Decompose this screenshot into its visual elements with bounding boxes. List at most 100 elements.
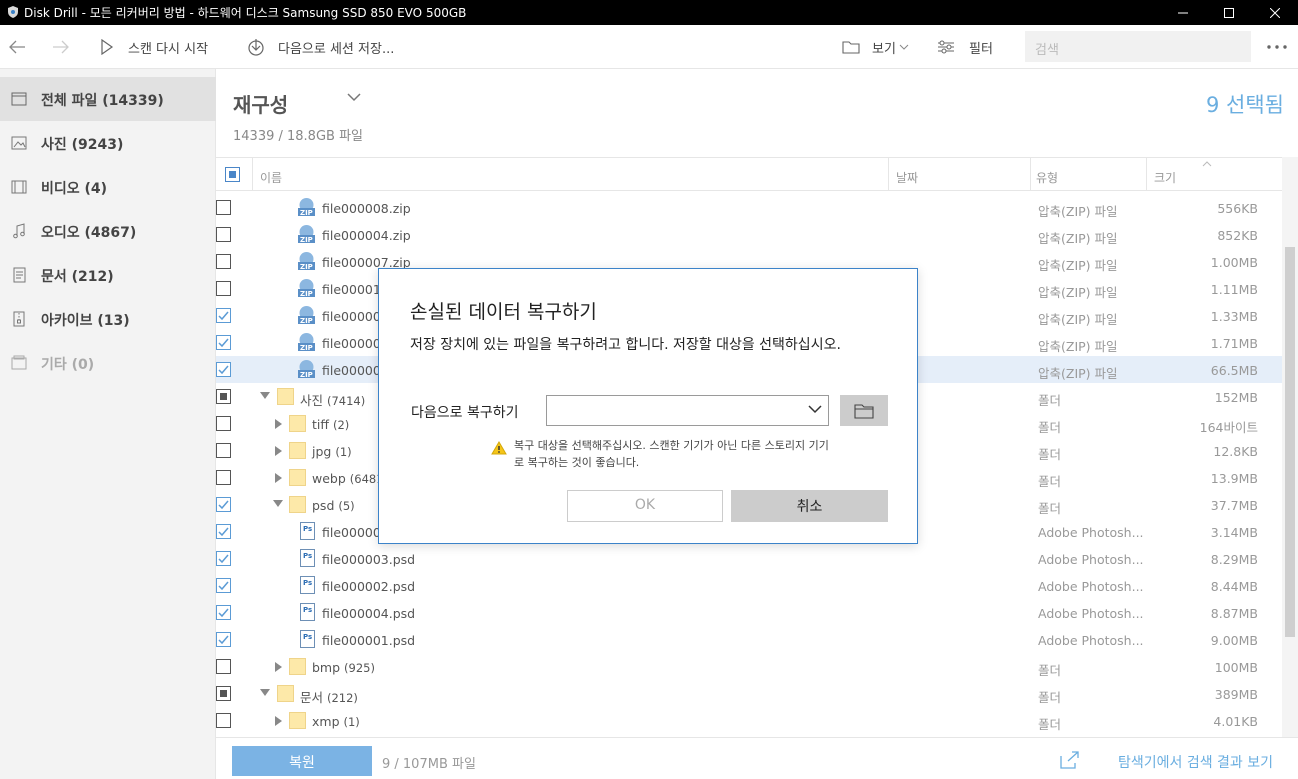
row-checkbox-checked[interactable] <box>216 632 231 647</box>
expand-toggle-icon[interactable] <box>275 662 282 672</box>
file-size: 8.44MB <box>1210 579 1258 594</box>
search-input[interactable]: 검색 <box>1025 31 1251 62</box>
sidebar-item-video[interactable]: 비디오 (4) <box>0 165 216 209</box>
column-size[interactable]: 크기 <box>1154 169 1176 186</box>
minimize-button[interactable] <box>1160 0 1206 25</box>
expand-toggle-icon[interactable] <box>275 716 282 726</box>
cancel-button[interactable]: 취소 <box>731 490 888 522</box>
file-name: file00000 <box>322 363 381 378</box>
back-button[interactable] <box>8 25 26 69</box>
table-row[interactable]: Ps file000002.psd Adobe Photosh... 8.44M… <box>216 572 1282 599</box>
table-row[interactable]: ZIP file000004.zip 압축(ZIP) 파일 852KB <box>216 221 1282 248</box>
file-size: 556KB <box>1217 201 1258 216</box>
folder-icon <box>289 442 306 459</box>
row-checkbox[interactable] <box>216 443 231 458</box>
row-checkbox[interactable] <box>216 659 231 674</box>
sidebar-item-archives[interactable]: 아카이브 (13) <box>0 297 216 341</box>
psd-file-icon: Ps <box>300 630 315 648</box>
archive-icon <box>13 311 25 327</box>
select-all-checkbox[interactable] <box>225 167 240 182</box>
restore-button[interactable]: 복원 <box>232 746 372 776</box>
row-checkbox[interactable] <box>216 200 231 215</box>
row-checkbox-checked[interactable] <box>216 605 231 620</box>
column-header: 이름 날짜 유형 크기 <box>216 157 1282 191</box>
view-menu-button[interactable]: 보기 <box>842 25 909 69</box>
expand-toggle-icon[interactable] <box>275 419 282 429</box>
scrollbar-thumb[interactable] <box>1285 247 1295 637</box>
column-name[interactable]: 이름 <box>260 169 282 186</box>
file-name: file00000 <box>322 525 381 540</box>
row-checkbox-partial[interactable] <box>216 686 231 701</box>
show-in-explorer-link[interactable]: 탐색기에서 검색 결과 보기 <box>1118 752 1273 772</box>
table-row-folder[interactable]: xmp (1) 폴더 4.01KB <box>216 707 1282 734</box>
table-row[interactable]: ZIP file000008.zip 압축(ZIP) 파일 556KB <box>216 194 1282 221</box>
file-type: Adobe Photosh... <box>1038 606 1144 621</box>
table-row[interactable]: Ps file000003.psd Adobe Photosh... 8.29M… <box>216 545 1282 572</box>
folder-icon <box>289 415 306 432</box>
row-checkbox-checked[interactable] <box>216 335 231 350</box>
folder-label: tiff <box>312 417 329 432</box>
checkmark-icon <box>218 581 229 591</box>
filter-button[interactable]: 필터 <box>937 25 993 69</box>
sidebar-item-documents[interactable]: 문서 (212) <box>0 253 216 297</box>
row-checkbox[interactable] <box>216 416 231 431</box>
zip-file-icon: ZIP <box>298 252 315 271</box>
checkmark-icon <box>218 527 229 537</box>
row-checkbox-checked[interactable] <box>216 551 231 566</box>
file-size: 8.87MB <box>1210 606 1258 621</box>
expand-toggle-icon[interactable] <box>275 446 282 456</box>
column-divider <box>888 158 889 191</box>
vertical-scrollbar[interactable] <box>1282 157 1298 737</box>
sidebar-item-all-files[interactable]: 전체 파일 (14339) <box>0 77 216 121</box>
file-type: Adobe Photosh... <box>1038 552 1144 567</box>
chevron-down-icon[interactable] <box>347 93 361 102</box>
row-checkbox[interactable] <box>216 713 231 728</box>
row-checkbox[interactable] <box>216 227 231 242</box>
svg-text:ZIP: ZIP <box>300 344 313 352</box>
row-checkbox[interactable] <box>216 254 231 269</box>
folder-icon <box>277 685 294 702</box>
file-type: Adobe Photosh... <box>1038 525 1144 540</box>
row-checkbox-checked[interactable] <box>216 308 231 323</box>
recover-to-label: 다음으로 복구하기 <box>411 405 519 421</box>
scan-again-button[interactable]: 스캔 다시 시작 <box>100 25 208 69</box>
table-row[interactable]: Ps file000004.psd Adobe Photosh... 8.87M… <box>216 599 1282 626</box>
destination-select[interactable] <box>546 395 829 426</box>
column-divider <box>252 158 253 191</box>
expand-toggle-icon[interactable] <box>273 500 283 507</box>
maximize-button[interactable] <box>1206 0 1252 25</box>
sidebar-item-audio[interactable]: 오디오 (4867) <box>0 209 216 253</box>
toolbar: 스캔 다시 시작 다음으로 세션 저장... 보기 필터 검색 <box>0 25 1298 69</box>
row-checkbox[interactable] <box>216 281 231 296</box>
psd-file-icon: Ps <box>300 603 315 621</box>
browse-folder-button[interactable] <box>840 395 888 426</box>
open-external-icon[interactable] <box>1060 751 1080 769</box>
expand-toggle-icon[interactable] <box>260 689 270 696</box>
close-window-button[interactable] <box>1252 0 1298 25</box>
folder-label: bmp <box>312 660 341 675</box>
svg-text:ZIP: ZIP <box>300 209 313 217</box>
table-row[interactable]: Ps file000001.psd Adobe Photosh... 9.00M… <box>216 626 1282 653</box>
maximize-icon <box>1224 7 1234 18</box>
expand-toggle-icon[interactable] <box>260 392 270 399</box>
table-row-folder[interactable]: bmp (925) 폴더 100MB <box>216 653 1282 680</box>
view-title[interactable]: 재구성 <box>233 89 288 118</box>
row-checkbox-checked[interactable] <box>216 578 231 593</box>
folder-name: psd (5) <box>312 498 355 513</box>
ok-button[interactable]: OK <box>567 490 723 522</box>
more-options-button[interactable] <box>1266 25 1288 69</box>
column-type[interactable]: 유형 <box>1036 169 1058 186</box>
sidebar-item-pictures[interactable]: 사진 (9243) <box>0 121 216 165</box>
save-session-button[interactable]: 다음으로 세션 저장... <box>247 25 394 69</box>
row-checkbox-checked[interactable] <box>216 524 231 539</box>
forward-button[interactable] <box>52 25 70 69</box>
title-bar: Disk Drill - 모든 리커버리 방법 - 하드웨어 디스크 Samsu… <box>0 0 1298 25</box>
row-checkbox-partial[interactable] <box>216 389 231 404</box>
expand-toggle-icon[interactable] <box>275 473 282 483</box>
sidebar-item-other[interactable]: 기타 (0) <box>0 341 216 385</box>
column-date[interactable]: 날짜 <box>896 169 918 186</box>
table-row-folder[interactable]: 문서 (212) 폴더 389MB <box>216 680 1282 707</box>
row-checkbox-checked[interactable] <box>216 362 231 377</box>
row-checkbox[interactable] <box>216 470 231 485</box>
row-checkbox-checked[interactable] <box>216 497 231 512</box>
